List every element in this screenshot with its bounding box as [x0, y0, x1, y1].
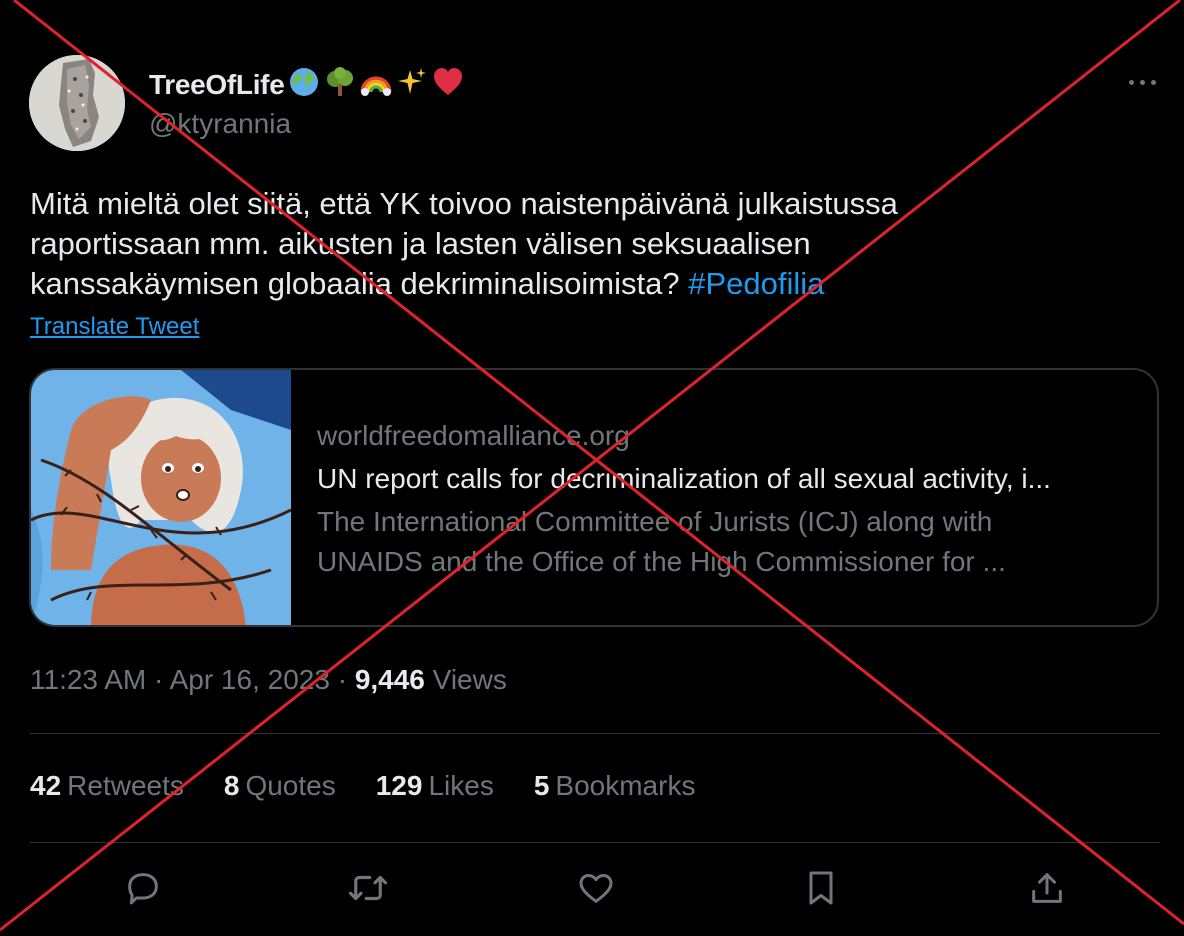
quotes-count: 8 [223, 770, 240, 801]
engagement-stats: 42 Retweets 8 Quotes 129 Likes 5 Bookmarks [30, 770, 695, 802]
tweet-date[interactable]: Apr 16, 2023 [170, 664, 330, 695]
bookmarks-count: 5 [533, 770, 550, 801]
tweet-text-line: Mitä mieltä olet siitä, että YK toivoo n… [30, 186, 898, 221]
quotes-stat[interactable]: 8 Quotes [224, 770, 336, 802]
meta-separator: · [329, 664, 355, 695]
tweet-time[interactable]: 11:23 AM [30, 664, 146, 695]
quotes-label: Quotes [245, 770, 336, 801]
link-preview-card[interactable]: worldfreedomalliance.org UN report calls… [29, 368, 1159, 627]
divider [30, 842, 1160, 843]
share-icon[interactable] [1025, 866, 1069, 910]
more-options-icon[interactable] [1122, 76, 1162, 88]
card-domain: worldfreedomalliance.org [317, 420, 630, 451]
tweet-text-line: kanssakäymisen globaalia dekriminalisoim… [30, 266, 689, 301]
like-icon[interactable] [574, 866, 618, 910]
heart-icon [434, 68, 463, 95]
views-label: Views [424, 664, 507, 695]
tree-icon [327, 67, 354, 96]
action-bar [0, 866, 1184, 910]
display-name-text: TreeOfLife [149, 69, 285, 100]
retweets-stat[interactable]: 42 Retweets [30, 770, 184, 802]
tweet-text-line: raportissaan mm. aikusten ja lasten väli… [30, 226, 811, 261]
divider [30, 733, 1160, 734]
card-illustration [31, 370, 291, 625]
avatar[interactable] [29, 55, 125, 151]
likes-count: 129 [375, 770, 423, 801]
likes-label: Likes [428, 770, 494, 801]
bookmarks-label: Bookmarks [555, 770, 696, 801]
retweet-icon[interactable] [346, 866, 390, 910]
tweet: TreeOfLife @ktyrannia Mitä mieltä olet s… [0, 0, 1184, 936]
tweet-text: Mitä mieltä olet siitä, että YK toivoo n… [30, 184, 1140, 304]
user-handle[interactable]: @ktyrannia [149, 108, 291, 140]
bookmarks-stat[interactable]: 5 Bookmarks [534, 770, 696, 802]
globe-icon [290, 68, 319, 96]
views-count: 9,446 [354, 664, 425, 695]
reply-icon[interactable] [121, 866, 165, 910]
translate-tweet-link[interactable]: Translate Tweet [30, 313, 199, 341]
card-description-line: UNAIDS and the Office of the High Commis… [317, 546, 1006, 577]
card-description: The International Committee of Jurists (… [317, 502, 1147, 582]
likes-stat[interactable]: 129 Likes [376, 770, 494, 802]
display-name[interactable]: TreeOfLife [149, 66, 464, 101]
card-description-line: The International Committee of Jurists (… [317, 506, 993, 537]
sparkles-icon [398, 68, 427, 94]
card-title: UN report calls for decriminalization of… [317, 463, 1051, 494]
rainbow-icon [360, 76, 392, 96]
hashtag-link[interactable]: #Pedofilia [688, 266, 824, 301]
retweets-count: 42 [30, 770, 62, 801]
bookmark-icon[interactable] [799, 866, 843, 910]
tweet-metadata: 11:23 AM · Apr 16, 2023 · 9,446 Views [30, 664, 507, 696]
retweets-label: Retweets [67, 770, 184, 801]
meta-separator: · [146, 664, 170, 695]
